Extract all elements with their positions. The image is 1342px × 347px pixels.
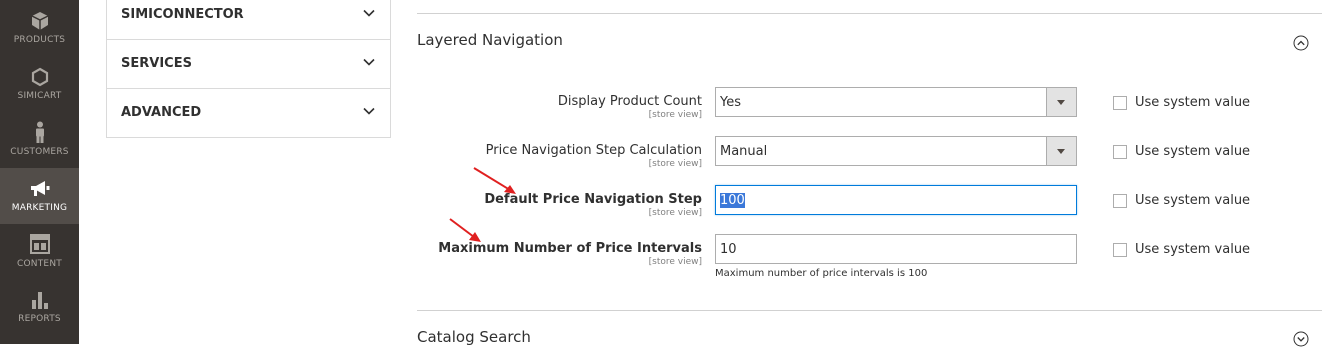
tab-advanced[interactable]: ADVANCED bbox=[107, 89, 390, 137]
price-step-calculation-label: Price Navigation Step Calculation bbox=[485, 143, 702, 158]
collapse-section-icon[interactable] bbox=[1293, 35, 1309, 51]
annotation-arrow-icon bbox=[473, 167, 516, 194]
tab-label: ADVANCED bbox=[121, 105, 202, 120]
scope-label: [store view] bbox=[648, 257, 702, 267]
nav-label: MARKETING bbox=[11, 203, 68, 213]
nav-item-reports[interactable]: REPORTS bbox=[0, 280, 79, 336]
chevron-down-icon bbox=[363, 58, 375, 66]
nav-label: CUSTOMERS bbox=[10, 147, 69, 157]
chevron-down-icon bbox=[1046, 88, 1076, 116]
select-value: Yes bbox=[720, 95, 741, 110]
scope-label: [store view] bbox=[648, 159, 702, 169]
input-value: 100 bbox=[720, 193, 745, 208]
selected-text: 100 bbox=[720, 193, 745, 208]
config-tabs: SIMICONNECTOR SERVICES ADVANCED bbox=[106, 0, 391, 138]
checkbox[interactable] bbox=[1113, 145, 1127, 159]
scope-label: [store view] bbox=[648, 110, 702, 120]
nav-label: PRODUCTS bbox=[13, 35, 66, 45]
admin-sidebar: PRODUCTS SIMICART CUSTOMERS MARKETING CO… bbox=[0, 0, 79, 344]
tab-simiconnector[interactable]: SIMICONNECTOR bbox=[107, 0, 390, 40]
nav-item-products[interactable]: PRODUCTS bbox=[0, 0, 79, 56]
nav-item-simicart[interactable]: SIMICART bbox=[0, 56, 79, 112]
chevron-down-icon bbox=[363, 9, 375, 17]
nav-label: REPORTS bbox=[18, 314, 61, 324]
default-price-step-input[interactable]: 100 bbox=[715, 185, 1077, 215]
select-value: Manual bbox=[720, 144, 768, 159]
input-value: 10 bbox=[720, 242, 737, 257]
nav-label: CONTENT bbox=[17, 259, 62, 269]
expand-section-icon[interactable] bbox=[1293, 331, 1309, 347]
tab-services[interactable]: SERVICES bbox=[107, 40, 390, 89]
nav-item-marketing[interactable]: MARKETING bbox=[0, 168, 79, 224]
use-system-value-label: Use system value bbox=[1135, 193, 1251, 208]
cube-icon bbox=[0, 11, 79, 33]
chevron-down-icon bbox=[363, 107, 375, 115]
use-system-value-label: Use system value bbox=[1135, 95, 1251, 110]
chevron-down-icon bbox=[1046, 137, 1076, 165]
megaphone-icon bbox=[0, 180, 79, 202]
section-title[interactable]: Layered Navigation bbox=[417, 31, 563, 49]
field-note: Maximum number of price intervals is 100 bbox=[715, 268, 928, 279]
max-price-intervals-input[interactable]: 10 bbox=[715, 234, 1077, 264]
display-product-count-select[interactable]: Yes bbox=[715, 87, 1077, 117]
nav-label: SIMICART bbox=[17, 91, 62, 101]
person-icon bbox=[0, 121, 79, 143]
nav-item-customers[interactable]: CUSTOMERS bbox=[0, 112, 79, 168]
section-divider bbox=[417, 310, 1322, 311]
display-product-count-label: Display Product Count bbox=[557, 94, 702, 109]
checkbox[interactable] bbox=[1113, 194, 1127, 208]
layout-icon bbox=[0, 234, 79, 256]
tab-label: SIMICONNECTOR bbox=[121, 7, 244, 22]
use-system-value-label: Use system value bbox=[1135, 242, 1251, 257]
section-divider bbox=[417, 13, 1322, 14]
use-system-value-label: Use system value bbox=[1135, 144, 1251, 159]
checkbox[interactable] bbox=[1113, 243, 1127, 257]
catalog-search-title[interactable]: Catalog Search bbox=[417, 328, 531, 346]
tab-label: SERVICES bbox=[121, 56, 192, 71]
hexagon-icon bbox=[0, 67, 79, 89]
nav-item-content[interactable]: CONTENT bbox=[0, 224, 79, 280]
price-step-calculation-select[interactable]: Manual bbox=[715, 136, 1077, 166]
bar-chart-icon bbox=[0, 290, 79, 312]
annotation-arrow-icon bbox=[449, 218, 481, 242]
scope-label: [store view] bbox=[648, 208, 702, 218]
checkbox[interactable] bbox=[1113, 96, 1127, 110]
